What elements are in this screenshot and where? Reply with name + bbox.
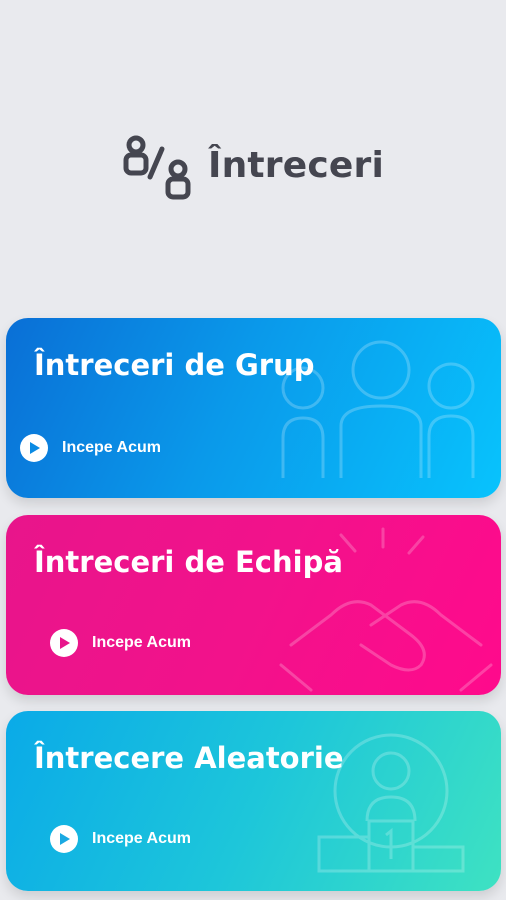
random-competition-card[interactable]: Întrecere Aleatorie Incepe Acum [6,711,501,891]
team-competitions-card[interactable]: Întreceri de Echipă Incepe Acum [6,515,501,695]
start-now-label: Incepe Acum [92,634,191,651]
card-title: Întreceri de Grup [34,348,315,382]
card-title: Întreceri de Echipă [34,545,343,579]
group-competitions-card[interactable]: Întreceri de Grup Incepe Acum [6,318,501,498]
winner-podium-icon [317,733,465,873]
start-now-label: Incepe Acum [62,439,161,456]
card-title: Întrecere Aleatorie [34,741,344,775]
start-now-button[interactable]: Incepe Acum [50,825,191,853]
versus-icon [123,135,191,200]
play-icon [20,434,48,462]
group-people-icon [281,340,475,478]
handshake-icon [279,527,493,692]
play-icon [50,629,78,657]
play-icon [50,825,78,853]
page-title: Întreceri [207,144,385,186]
page-header: Întreceri [0,125,506,205]
start-now-button[interactable]: Incepe Acum [50,629,191,657]
start-now-label: Incepe Acum [92,830,191,847]
start-now-button[interactable]: Incepe Acum [20,434,161,462]
